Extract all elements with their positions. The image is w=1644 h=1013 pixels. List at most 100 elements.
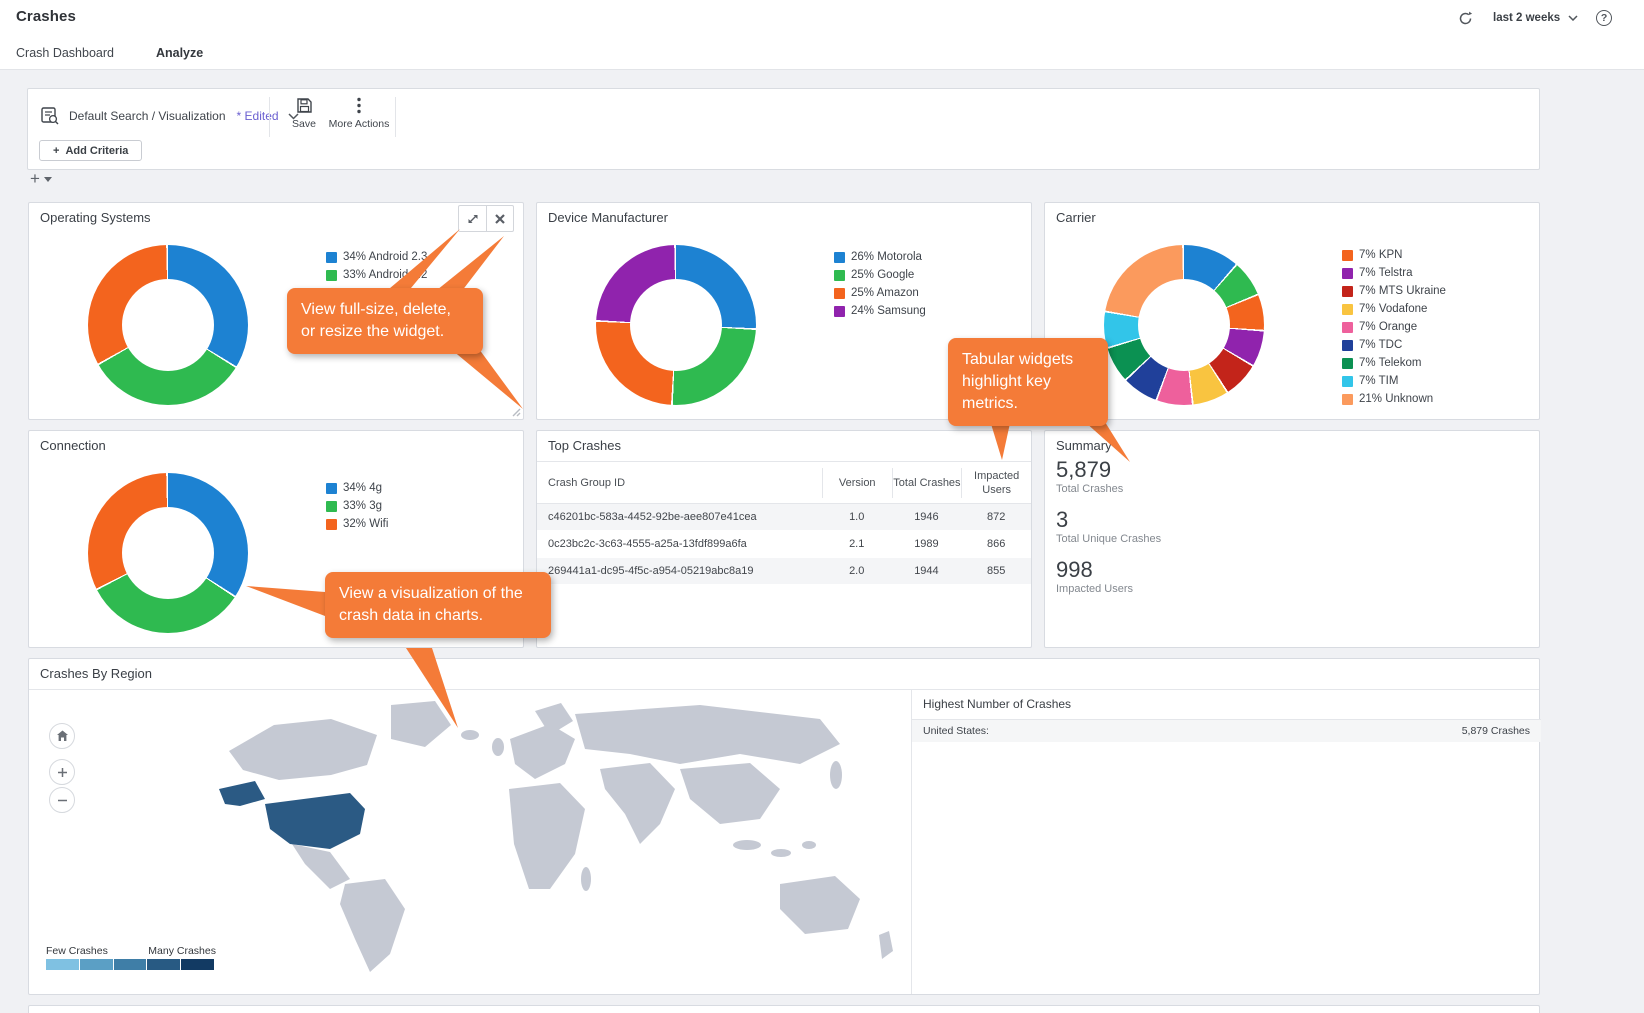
cell-crash-group-id: 0c23bc2c-3c63-4555-a25a-13fdf899a6fa xyxy=(537,538,822,550)
column-header-version[interactable]: Version xyxy=(822,468,892,498)
legend-item: 7% Telekom xyxy=(1342,354,1446,372)
legend-label: 26% Motorola xyxy=(851,251,922,263)
metric-impacted-users: 998 Impacted Users xyxy=(1056,557,1161,597)
widget-buttons xyxy=(458,205,514,232)
widget-top-crashes: Top Crashes Crash Group ID Version Total… xyxy=(536,430,1032,648)
add-widget-button[interactable]: + xyxy=(30,170,52,188)
metric-label: Impacted Users xyxy=(1056,582,1161,597)
expand-widget-button[interactable] xyxy=(459,206,486,231)
legend-item: 7% MTS Ukraine xyxy=(1342,282,1446,300)
table-row[interactable]: 269441a1-dc95-4f5c-a954-05219abc8a192.01… xyxy=(537,558,1031,584)
widget-title: Crashes By Region xyxy=(40,666,152,681)
time-range-value: last 2 weeks xyxy=(1493,12,1560,24)
region-label: United States: xyxy=(923,725,989,737)
gradient-step xyxy=(46,959,79,970)
widget-title: Device Manufacturer xyxy=(548,210,668,225)
plus-icon: + xyxy=(30,170,40,188)
gradient-step xyxy=(114,959,147,970)
table-row[interactable]: c46201bc-583a-4452-92be-aee807e41cea1.01… xyxy=(537,504,1031,530)
cell-crash-group-id: c46201bc-583a-4452-92be-aee807e41cea xyxy=(537,511,822,523)
help-icon[interactable]: ? xyxy=(1596,10,1612,26)
column-header-impacted-users[interactable]: Impacted Users xyxy=(961,468,1031,498)
gradient-step xyxy=(80,959,113,970)
legend-label: 32% Wifi xyxy=(343,518,388,530)
legend-label: 21% Unknown xyxy=(1359,393,1433,405)
operating-systems-donut-chart[interactable] xyxy=(88,245,248,405)
home-icon xyxy=(56,730,69,742)
map-zoom-in-button[interactable] xyxy=(49,759,75,785)
legend-item: 25% Google xyxy=(834,266,926,284)
legend-item: 7% TIM xyxy=(1342,372,1446,390)
legend-label: 24% Samsung xyxy=(851,305,926,317)
world-map[interactable] xyxy=(179,693,939,989)
legend-swatch xyxy=(1342,286,1353,297)
next-widget-edge xyxy=(28,1005,1540,1013)
plus-icon: + xyxy=(53,145,59,157)
column-header-total-crashes[interactable]: Total Crashes xyxy=(892,468,962,498)
map-home-button[interactable] xyxy=(49,723,75,749)
saved-search-dropdown[interactable]: Default Search / Visualization * Edited xyxy=(40,99,299,133)
widget-crashes-by-region: Crashes By Region xyxy=(28,658,1540,995)
gradient-step xyxy=(147,959,180,970)
legend-label: 7% TDC xyxy=(1359,339,1402,351)
toolbar-divider xyxy=(269,97,270,137)
legend-item: 34% Android 2.3 xyxy=(326,248,427,266)
callout-widget-actions: View full-size, delete, or resize the wi… xyxy=(287,288,483,354)
map-zoom-out-button[interactable] xyxy=(49,787,75,813)
cell-impacted-users: 872 xyxy=(961,511,1031,523)
highest-crashes-list: United States:5,879 Crashes xyxy=(912,720,1541,742)
refresh-icon[interactable] xyxy=(1455,8,1475,28)
widget-carrier: Carrier 7% KPN7% Telstra7% MTS Ukraine7%… xyxy=(1044,202,1540,420)
metric-label: Total Crashes xyxy=(1056,482,1161,497)
legend-item: 32% Wifi xyxy=(326,515,388,533)
legend-label: 25% Google xyxy=(851,269,914,281)
column-header-crash-group-id[interactable]: Crash Group ID xyxy=(537,477,822,489)
legend-item: 33% 3g xyxy=(326,497,388,515)
highest-crashes-title: Highest Number of Crashes xyxy=(923,697,1071,711)
resize-handle[interactable] xyxy=(510,406,521,417)
cell-impacted-users: 855 xyxy=(961,565,1031,577)
legend-swatch xyxy=(834,288,845,299)
legend-label: 7% Telekom xyxy=(1359,357,1421,369)
device-manufacturer-legend: 26% Motorola 25% Google 25% Amazon 24% Sams… xyxy=(834,248,926,320)
edited-badge: * Edited xyxy=(237,109,279,123)
legend-swatch xyxy=(834,252,845,263)
device-manufacturer-donut-chart[interactable] xyxy=(596,245,756,405)
expand-icon xyxy=(467,213,479,225)
close-widget-button[interactable] xyxy=(486,206,513,231)
legend-label: 25% Amazon xyxy=(851,287,919,299)
legend-swatch xyxy=(834,306,845,317)
save-button[interactable]: Save xyxy=(276,97,332,130)
many-crashes-label: Many Crashes xyxy=(148,945,216,957)
search-visualization-icon xyxy=(40,106,60,126)
chevron-down-icon xyxy=(1568,15,1578,21)
legend-item: 34% 4g xyxy=(326,479,388,497)
add-criteria-button[interactable]: + Add Criteria xyxy=(39,140,142,161)
metric-total-crashes: 5,879 Total Crashes xyxy=(1056,457,1161,497)
connection-donut-chart[interactable] xyxy=(88,473,248,633)
cell-total-crashes: 1989 xyxy=(892,538,962,550)
search-toolbar: Default Search / Visualization * Edited … xyxy=(27,88,1540,170)
carrier-donut-chart[interactable] xyxy=(1104,245,1264,405)
carrier-legend: 7% KPN7% Telstra7% MTS Ukraine7% Vodafon… xyxy=(1342,246,1446,408)
operating-systems-legend: 34% Android 2.333% Android 4.2 xyxy=(326,248,427,284)
plus-icon xyxy=(57,767,68,778)
legend-label: 7% KPN xyxy=(1359,249,1402,261)
summary-metrics: 5,879 Total Crashes 3 Total Unique Crash… xyxy=(1056,457,1161,607)
legend-swatch xyxy=(834,270,845,281)
map-legend-labels: Few Crashes Many Crashes xyxy=(46,945,216,957)
time-range-dropdown[interactable]: last 2 weeks xyxy=(1493,12,1578,24)
save-icon xyxy=(296,97,313,114)
table-header: Crash Group ID Version Total Crashes Imp… xyxy=(537,462,1031,503)
more-actions-button[interactable]: More Actions xyxy=(331,97,387,130)
more-actions-label: More Actions xyxy=(329,118,390,130)
legend-item: 21% Unknown xyxy=(1342,390,1446,408)
metric-total-unique-crashes: 3 Total Unique Crashes xyxy=(1056,507,1161,547)
legend-swatch xyxy=(1342,268,1353,279)
legend-label: 7% Orange xyxy=(1359,321,1417,333)
table-row[interactable]: 0c23bc2c-3c63-4555-a25a-13fdf899a6fa2.11… xyxy=(537,531,1031,557)
cell-impacted-users: 866 xyxy=(961,538,1031,550)
legend-swatch xyxy=(326,270,337,281)
save-label: Save xyxy=(292,118,316,130)
legend-item: 24% Samsung xyxy=(834,302,926,320)
